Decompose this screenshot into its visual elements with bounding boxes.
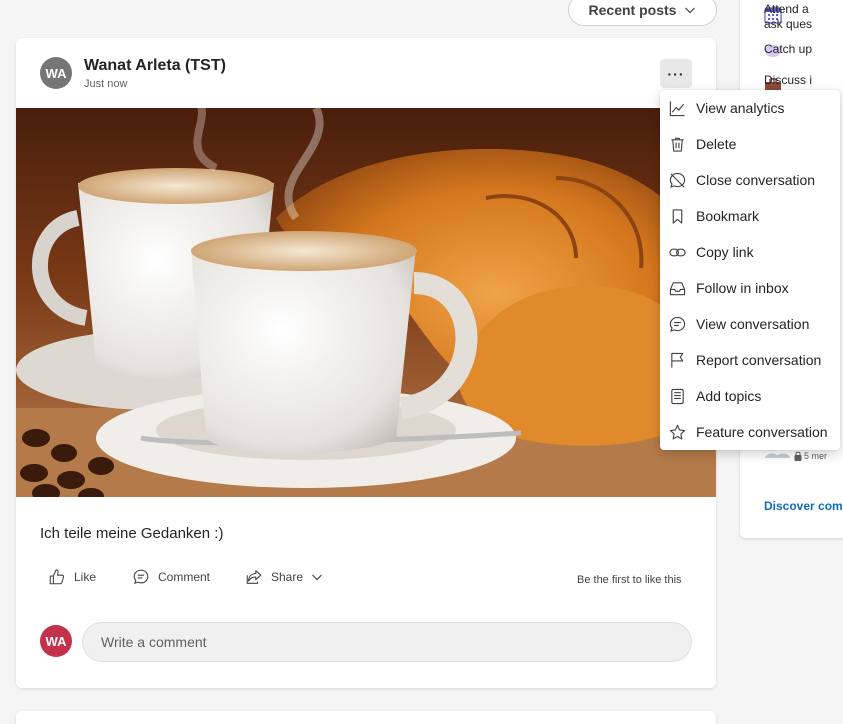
menu-item-copy-link[interactable]: Copy link [660, 234, 840, 270]
post-timestamp: Just now [84, 78, 128, 90]
chevron-down-icon [685, 7, 696, 14]
menu-item-follow-in-inbox[interactable]: Follow in inbox [660, 270, 840, 306]
community-members-count: 5 mer [804, 451, 828, 461]
link-icon [668, 243, 686, 261]
sidebar-item-catch-up[interactable]: Catch up [764, 42, 812, 57]
topics-icon [668, 387, 686, 405]
like-button[interactable]: Like [48, 568, 96, 586]
share-label: Share [271, 570, 304, 584]
share-icon [246, 570, 262, 584]
flag-icon [668, 351, 686, 369]
thumbs-up-icon [49, 569, 65, 585]
comment-icon [133, 569, 149, 584]
like-status: Be the first to like this [577, 574, 682, 586]
sidebar-item-attend[interactable]: Attend a ask ques [764, 2, 812, 32]
comment-label: Comment [158, 570, 211, 584]
sort-label: Recent posts [588, 2, 677, 18]
post-body: Ich teile meine Gedanken :) [40, 525, 224, 542]
current-user-avatar: WA [40, 625, 72, 657]
discover-communities-link[interactable]: Discover comm [764, 499, 843, 513]
share-button[interactable]: Share [245, 568, 323, 586]
next-post-card [16, 711, 716, 724]
like-label: Like [74, 570, 97, 584]
menu-item-feature-conversation[interactable]: Feature conversation [660, 414, 840, 450]
inbox-icon [668, 279, 686, 297]
sort-dropdown[interactable]: Recent posts [568, 0, 717, 26]
comment-input[interactable]: Write a comment [82, 622, 692, 662]
menu-item-add-topics[interactable]: Add topics [660, 378, 840, 414]
analytics-icon [668, 99, 686, 117]
menu-item-view-analytics[interactable]: View analytics [660, 90, 840, 126]
trash-icon [668, 135, 686, 153]
post-image[interactable] [16, 108, 716, 497]
more-options-button[interactable]: ··· [660, 59, 692, 88]
post-card: WA Wanat Arleta (TST) Just now ··· Ich t… [16, 38, 716, 688]
menu-item-delete[interactable]: Delete [660, 126, 840, 162]
author-name[interactable]: Wanat Arleta (TST) [84, 57, 226, 75]
menu-item-view-conversation[interactable]: View conversation [660, 306, 840, 342]
bookmark-icon [668, 207, 686, 225]
close-conversation-icon [668, 171, 686, 189]
conversation-icon [668, 315, 686, 333]
menu-item-report-conversation[interactable]: Report conversation [660, 342, 840, 378]
star-icon [668, 423, 686, 441]
chevron-down-icon [312, 574, 322, 581]
post-options-menu: View analytics Delete Close conversation… [660, 90, 840, 450]
menu-item-close-conversation[interactable]: Close conversation [660, 162, 840, 198]
comment-button[interactable]: Comment [132, 568, 210, 586]
menu-item-bookmark[interactable]: Bookmark [660, 198, 840, 234]
lock-icon [794, 451, 802, 461]
sidebar-item-discuss[interactable]: Discuss i [764, 73, 812, 88]
author-avatar[interactable]: WA [40, 57, 72, 89]
